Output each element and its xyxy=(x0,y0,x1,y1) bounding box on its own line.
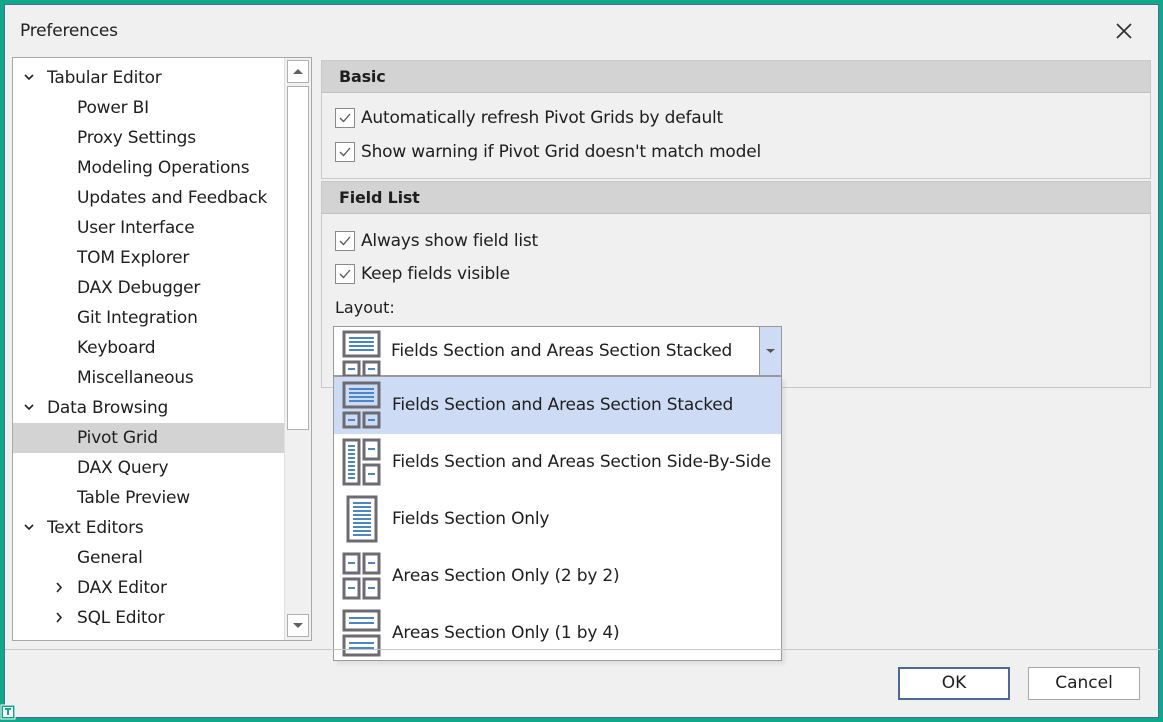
tree-item-label: General xyxy=(77,548,143,568)
cancel-button[interactable]: Cancel xyxy=(1028,667,1140,700)
close-icon xyxy=(1116,23,1132,39)
layout-option-label: Areas Section Only (1 by 4) xyxy=(392,623,620,643)
tree-item-label: Miscellaneous xyxy=(77,368,194,388)
scroll-up-icon xyxy=(293,69,303,74)
tree-item-label: Pivot Grid xyxy=(77,428,158,448)
layout-option-label: Areas Section Only (2 by 2) xyxy=(392,566,620,586)
checkmark-icon xyxy=(339,147,351,157)
tree-item[interactable]: Pivot Grid xyxy=(13,423,284,453)
tree-item[interactable]: Text Editors xyxy=(13,513,284,543)
scroll-up-button[interactable] xyxy=(287,60,309,83)
tree-item[interactable]: Tabular Editor xyxy=(13,63,284,93)
preferences-dialog: Preferences Tabular Editor Power BI Proxy … xyxy=(4,4,1160,718)
tree-item-label: Data Browsing xyxy=(47,398,169,418)
tree-item[interactable]: User Interface xyxy=(13,213,284,243)
tree-item[interactable]: Table Preview xyxy=(13,483,284,513)
layout-option[interactable]: Fields Section Only xyxy=(334,491,781,548)
chevron-down-icon[interactable] xyxy=(22,393,36,423)
tree-item-label: DAX Query xyxy=(77,458,169,478)
checkbox-box[interactable] xyxy=(335,142,355,162)
tree-item-label: M Editor xyxy=(77,633,146,640)
tree-item-label: Modeling Operations xyxy=(77,158,250,178)
close-button[interactable] xyxy=(1112,19,1136,43)
fields-only-layout-icon xyxy=(342,495,382,547)
layout-option[interactable]: Areas Section Only (1 by 4) xyxy=(334,605,781,662)
scroll-down-button[interactable] xyxy=(287,614,309,637)
tree-item[interactable]: Data Browsing xyxy=(13,393,284,423)
scrollbar-thumb[interactable] xyxy=(287,86,309,430)
checkbox-label: Show warning if Pivot Grid doesn't match… xyxy=(361,142,762,162)
areas-2x2-layout-icon xyxy=(342,552,382,604)
layout-option[interactable]: Fields Section and Areas Section Stacked xyxy=(334,377,781,434)
layout-option[interactable]: Areas Section Only (2 by 2) xyxy=(334,548,781,605)
tree-item-label: Updates and Feedback xyxy=(77,188,268,208)
tree-item-label: TOM Explorer xyxy=(77,248,190,268)
chevron-right-icon[interactable] xyxy=(52,573,66,603)
checkbox-box[interactable] xyxy=(335,231,355,251)
tabular-editor-icon xyxy=(0,704,16,720)
tree-item-label: SQL Editor xyxy=(77,608,165,628)
tree-item[interactable]: M Editor xyxy=(13,633,284,641)
tree-item-label: Table Preview xyxy=(77,488,190,508)
stacked-layout-icon xyxy=(342,330,382,382)
tree-item[interactable]: Updates and Feedback xyxy=(13,183,284,213)
checkbox-box[interactable] xyxy=(335,264,355,284)
tree-item[interactable]: DAX Query xyxy=(13,453,284,483)
layout-option-label: Fields Section and Areas Section Stacked xyxy=(392,395,734,415)
field-list-section-header: Field List xyxy=(322,182,1150,214)
tree-item[interactable]: Proxy Settings xyxy=(13,123,284,153)
checkbox-label: Keep fields visible xyxy=(361,264,510,284)
layout-dropdown-list[interactable]: Fields Section and Areas Section Stacked… xyxy=(333,376,782,661)
layout-option-label: Fields Section and Areas Section Side-By… xyxy=(392,452,772,472)
tree-item-label: Git Integration xyxy=(77,308,198,328)
chevron-down-icon[interactable] xyxy=(22,513,36,543)
tree-item[interactable]: SQL Editor xyxy=(13,603,284,633)
layout-combobox[interactable]: Fields Section and Areas Section Stacked xyxy=(333,326,782,378)
window-title: Preferences xyxy=(20,21,118,41)
side-by-side-layout-icon xyxy=(342,438,382,490)
tree-item[interactable]: DAX Debugger xyxy=(13,273,284,303)
chevron-down-icon[interactable] xyxy=(22,63,36,93)
tree-item-label: User Interface xyxy=(77,218,195,238)
tree-item[interactable]: TOM Explorer xyxy=(13,243,284,273)
tree-item-label: Proxy Settings xyxy=(77,128,196,148)
tree-item-label: Tabular Editor xyxy=(47,68,162,88)
basic-section-header: Basic xyxy=(322,61,1150,93)
layout-dropdown-button[interactable] xyxy=(759,327,781,375)
tree-item[interactable]: Power BI xyxy=(13,93,284,123)
checkmark-icon xyxy=(339,269,351,279)
chevron-down-icon xyxy=(766,349,775,353)
checkmark-icon xyxy=(339,113,351,123)
layout-option-label: Fields Section Only xyxy=(392,509,550,529)
ok-button[interactable]: OK xyxy=(898,667,1010,700)
tree-item-label: Text Editors xyxy=(47,518,144,538)
checkbox-label: Automatically refresh Pivot Grids by def… xyxy=(361,108,724,128)
chevron-right-icon[interactable] xyxy=(52,633,66,641)
scroll-down-icon xyxy=(293,623,303,628)
footer-divider xyxy=(5,649,1160,650)
checkbox-box[interactable] xyxy=(335,108,355,128)
tree-item[interactable]: Keyboard xyxy=(13,333,284,363)
tree-item-label: DAX Debugger xyxy=(77,278,201,298)
tree-item[interactable]: Modeling Operations xyxy=(13,153,284,183)
stacked-layout-icon xyxy=(342,381,382,433)
tree-item[interactable]: DAX Editor xyxy=(13,573,284,603)
tree-item[interactable]: Miscellaneous xyxy=(13,363,284,393)
chevron-right-icon[interactable] xyxy=(52,603,66,633)
tree-item[interactable]: General xyxy=(13,543,284,573)
layout-selected-value: Fields Section and Areas Section Stacked xyxy=(391,341,733,361)
checkmark-icon xyxy=(339,236,351,246)
tree-scrollbar[interactable] xyxy=(284,58,311,640)
layout-label: Layout: xyxy=(335,298,395,317)
preferences-tree[interactable]: Tabular Editor Power BI Proxy Settings Mode… xyxy=(12,57,312,641)
checkbox-label: Always show field list xyxy=(361,231,538,251)
layout-option[interactable]: Fields Section and Areas Section Side-By… xyxy=(334,434,781,491)
tree-item[interactable]: Git Integration xyxy=(13,303,284,333)
tree-item-label: Power BI xyxy=(77,98,149,118)
basic-section: Basic Automatically refresh Pivot Grids … xyxy=(321,60,1151,179)
tree-item-label: DAX Editor xyxy=(77,578,167,598)
areas-1x4-layout-icon xyxy=(342,609,382,661)
tree-item-label: Keyboard xyxy=(77,338,156,358)
